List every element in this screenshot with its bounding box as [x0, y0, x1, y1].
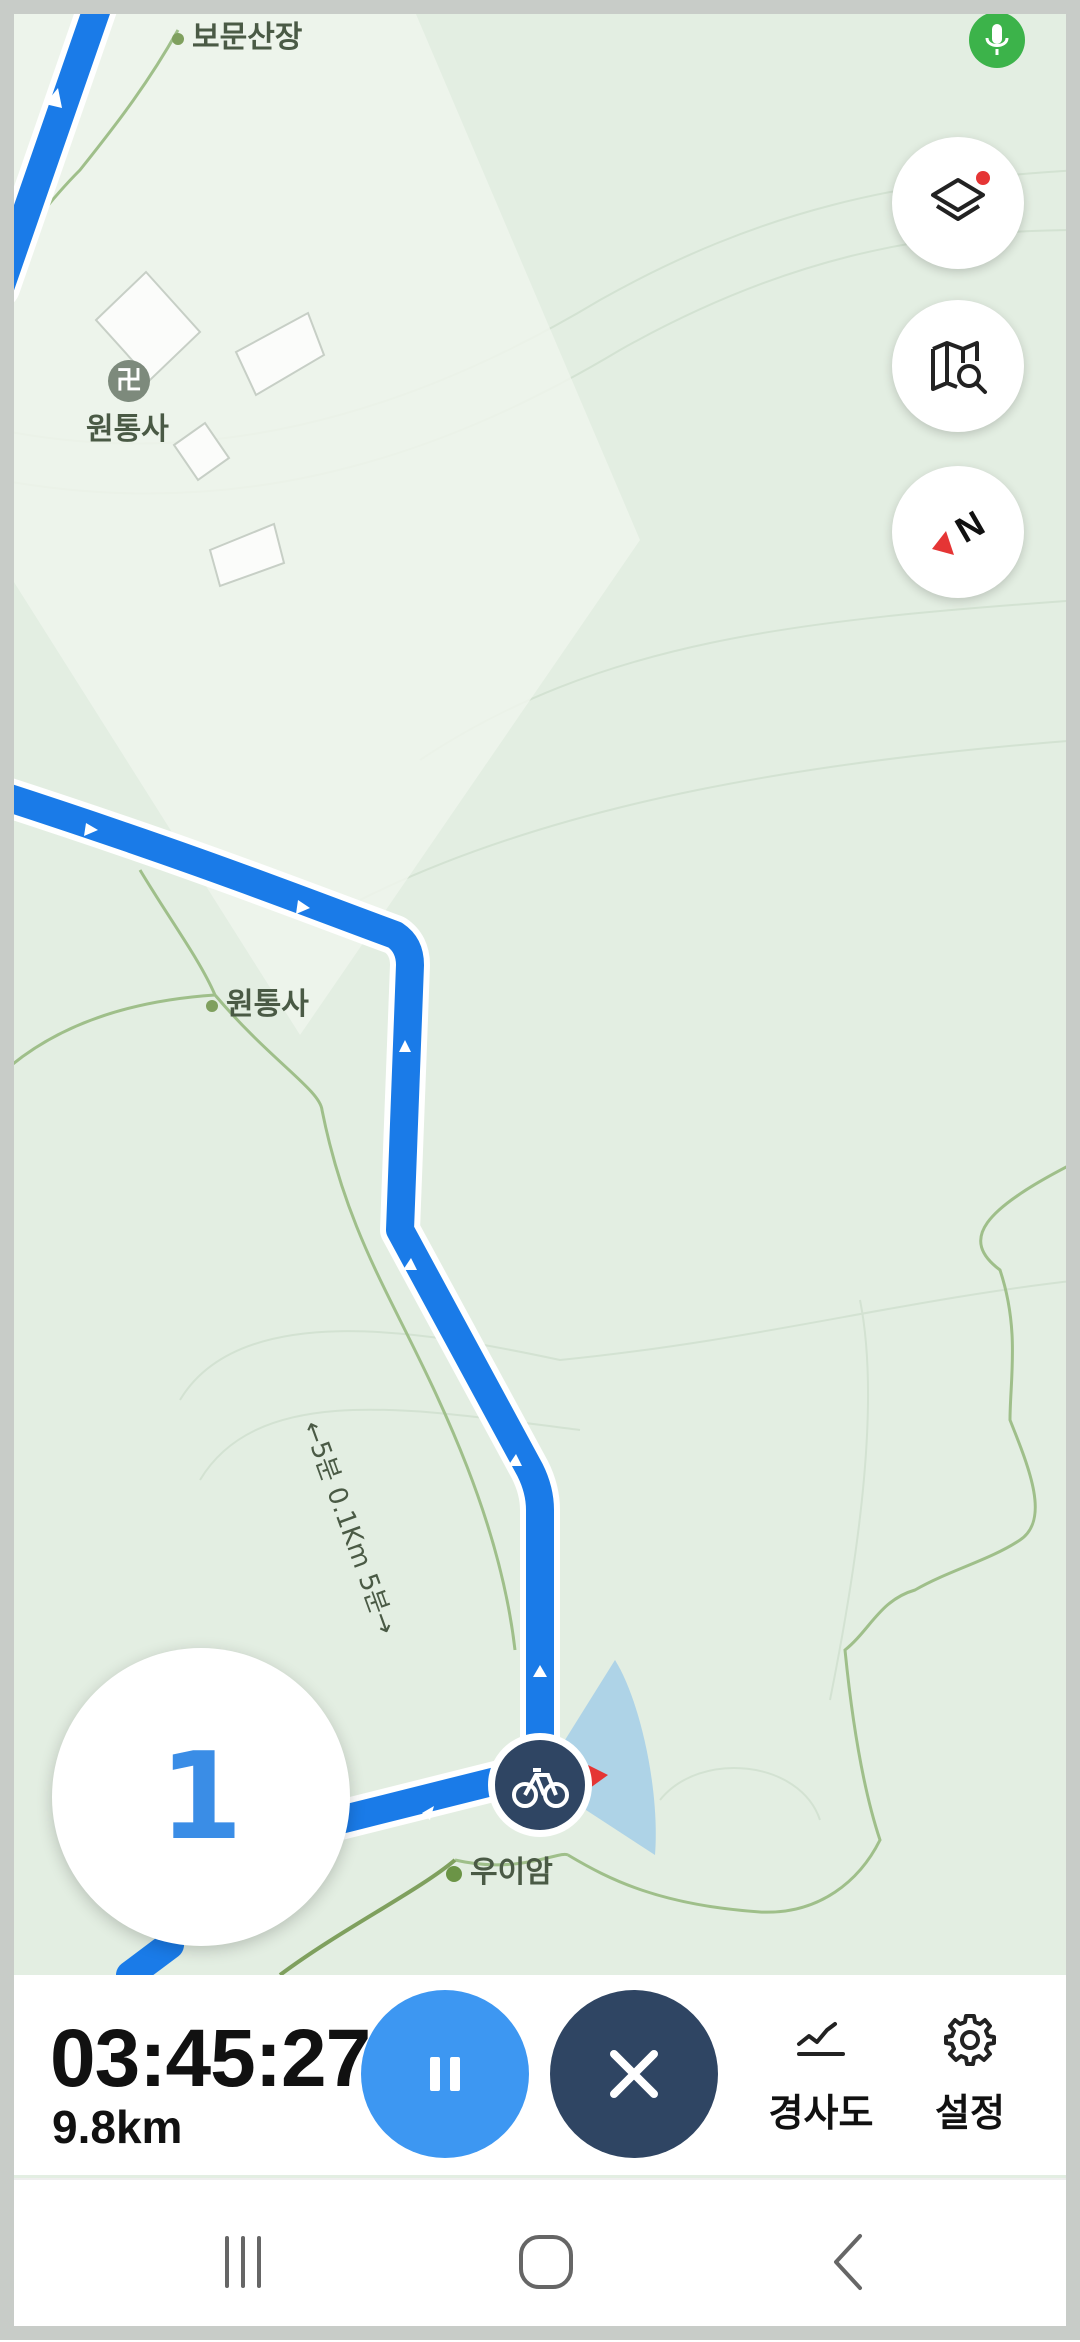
home-button[interactable] — [486, 2222, 606, 2302]
slope-chart-icon — [797, 2022, 845, 2056]
distance: 9.8km — [52, 2101, 183, 2153]
compass-icon: N — [932, 502, 991, 555]
compass-button[interactable]: N — [892, 466, 1024, 598]
slope-button[interactable]: 경사도 — [751, 2010, 891, 2137]
layers-button[interactable] — [892, 137, 1024, 269]
temple-icon: 卍 — [108, 360, 150, 402]
settings-button[interactable]: 설정 — [900, 2010, 1040, 2137]
current-position-marker — [488, 1733, 592, 1837]
place-label: 원통사 — [206, 979, 309, 1023]
place-label: 보문산장 — [172, 12, 302, 56]
pause-button[interactable] — [361, 1990, 529, 2158]
map-search-icon — [931, 341, 987, 394]
map-search-button[interactable] — [892, 300, 1024, 432]
place-label: 우이암 — [446, 1847, 553, 1891]
recent-apps-button[interactable] — [183, 2222, 303, 2302]
gear-icon — [944, 2014, 996, 2066]
stop-button[interactable] — [550, 1990, 718, 2158]
microphone-icon — [985, 24, 1009, 55]
place-label: 卍 원통사 — [86, 360, 169, 448]
turn-counter: 1 — [52, 1648, 350, 1946]
pause-icon — [430, 2057, 460, 2091]
back-button[interactable] — [790, 2222, 910, 2302]
back-icon — [834, 2234, 862, 2290]
elapsed-time: 03:45:27 — [50, 2013, 371, 2104]
close-icon — [610, 2050, 658, 2098]
home-icon — [519, 2235, 573, 2289]
svg-text:N: N — [948, 502, 991, 551]
recent-apps-icon — [225, 2236, 261, 2288]
turn-number: 1 — [159, 1727, 243, 1867]
layers-icon — [931, 171, 990, 221]
voice-button[interactable] — [969, 12, 1025, 68]
